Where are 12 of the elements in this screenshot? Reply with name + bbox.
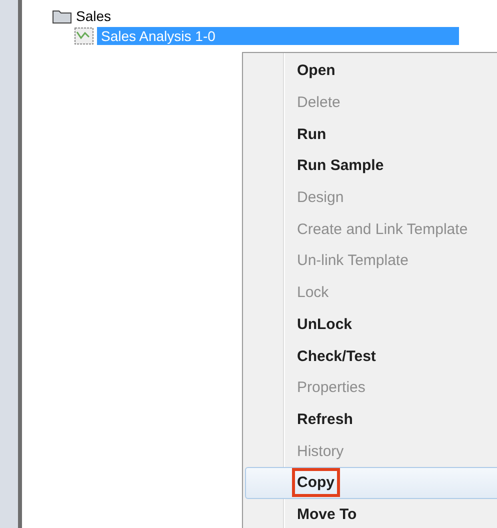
menu-item[interactable]: Move To — [245, 498, 497, 528]
menu-item[interactable]: Run — [245, 118, 497, 150]
tree-item[interactable]: Sales — [76, 8, 112, 24]
menu-item[interactable]: UnLock — [245, 308, 497, 340]
menu-item[interactable]: Open — [245, 55, 497, 87]
menu-item[interactable]: Copy — [245, 466, 497, 499]
folder-icon — [52, 8, 72, 24]
menu-item[interactable]: Refresh — [245, 404, 497, 436]
menu-item[interactable]: Check/Test — [245, 340, 497, 372]
report-icon — [74, 27, 94, 45]
splitter-bar[interactable] — [0, 0, 22, 528]
menu-item[interactable]: Run Sample — [245, 150, 497, 182]
